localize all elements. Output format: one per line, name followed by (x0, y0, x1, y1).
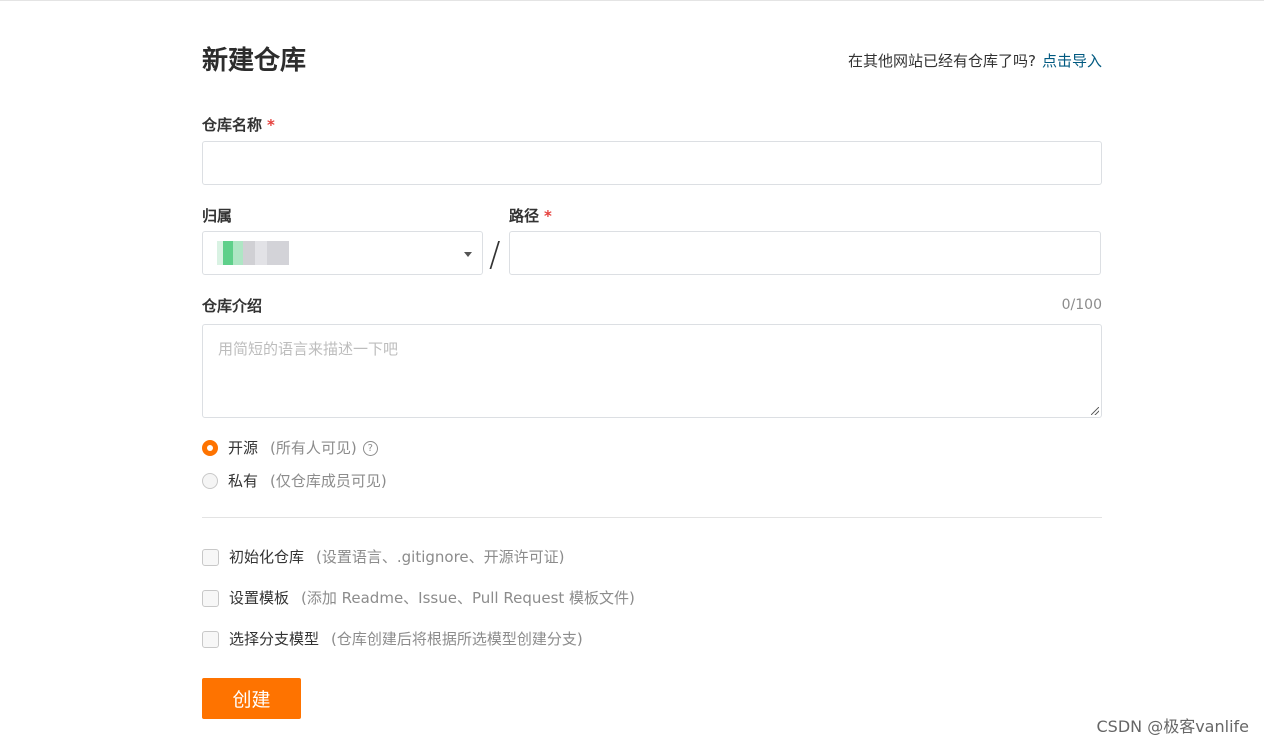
path-label-text: 路径 (509, 207, 540, 225)
visibility-private-hint: (仅仓库成员可见) (270, 472, 387, 490)
branch-model-option[interactable]: 选择分支模型 (仓库创建后将根据所选模型创建分支) (202, 629, 583, 649)
owner-avatar-blurred (217, 241, 289, 265)
template-label: 设置模板 (229, 589, 290, 607)
visibility-public-label: 开源 (228, 439, 259, 457)
watermark: CSDN @极客vanlife (1096, 717, 1250, 736)
resize-handle-icon[interactable] (1091, 407, 1099, 415)
init-repo-label: 初始化仓库 (229, 548, 305, 566)
page-title: 新建仓库 (202, 46, 307, 76)
help-icon[interactable]: ? (362, 440, 378, 456)
branch-model-label: 选择分支模型 (229, 630, 320, 648)
init-repo-option[interactable]: 初始化仓库 (设置语言、.gitignore、开源许可证) (202, 547, 565, 567)
path-label: 路径 * (509, 206, 552, 226)
caret-down-icon (464, 252, 472, 257)
divider (202, 517, 1102, 518)
import-question: 在其他网站已经有仓库了吗? (848, 52, 1036, 70)
radio-selected-icon[interactable] (202, 440, 218, 456)
branch-model-checkbox[interactable] (202, 630, 219, 648)
required-mark: * (544, 207, 552, 225)
description-counter: 0/100 (1061, 297, 1102, 313)
required-mark: * (267, 116, 275, 134)
path-separator: / (489, 235, 501, 275)
description-textarea[interactable]: 用简短的语言来描述一下吧 (202, 324, 1102, 418)
repo-name-label: 仓库名称 * (202, 115, 275, 135)
owner-label: 归属 (202, 207, 233, 225)
description-label: 仓库介绍 (202, 297, 263, 315)
create-button[interactable]: 创建 (202, 678, 301, 719)
import-link[interactable]: 点击导入 (1042, 52, 1102, 70)
init-repo-checkbox[interactable] (202, 548, 219, 566)
description-placeholder: 用简短的语言来描述一下吧 (218, 340, 399, 358)
repo-name-label-text: 仓库名称 (202, 116, 263, 134)
owner-select[interactable] (202, 231, 483, 275)
import-prompt: 在其他网站已经有仓库了吗? 点击导入 (848, 51, 1102, 71)
init-repo-hint: (设置语言、.gitignore、开源许可证) (316, 548, 565, 566)
visibility-public-option[interactable]: 开源 (所有人可见) ? (202, 438, 378, 458)
template-hint: (添加 Readme、Issue、Pull Request 模板文件) (301, 589, 635, 607)
path-input[interactable] (509, 231, 1101, 275)
template-option[interactable]: 设置模板 (添加 Readme、Issue、Pull Request 模板文件) (202, 588, 635, 608)
template-checkbox[interactable] (202, 589, 219, 607)
radio-unselected-icon[interactable] (202, 473, 218, 489)
visibility-public-hint: (所有人可见) (270, 439, 357, 457)
repo-name-input[interactable] (202, 141, 1102, 185)
branch-model-hint: (仓库创建后将根据所选模型创建分支) (331, 630, 583, 648)
visibility-private-option[interactable]: 私有 (仅仓库成员可见) (202, 471, 387, 491)
visibility-private-label: 私有 (228, 472, 259, 490)
